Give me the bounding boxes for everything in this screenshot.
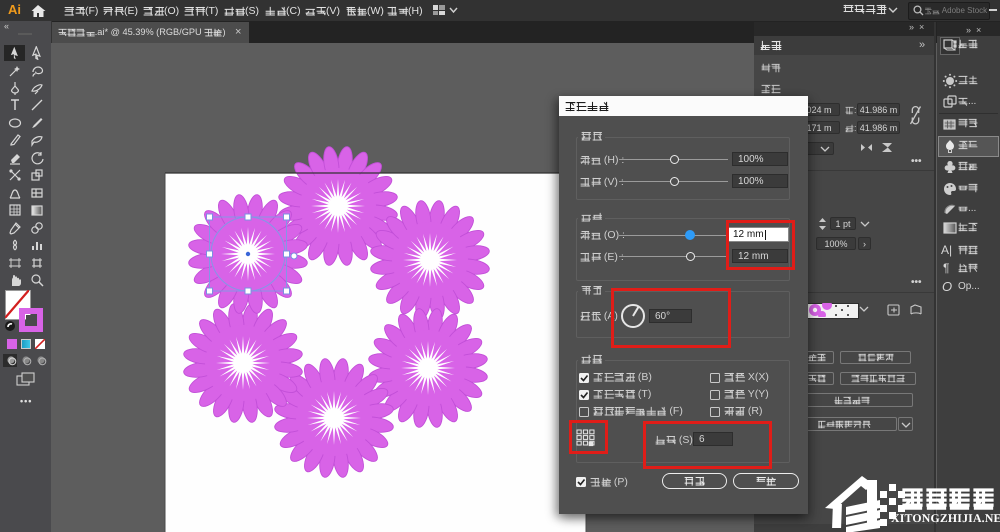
svg-text:XITONGZHIJIA.NET: XITONGZHIJIA.NET bbox=[891, 511, 1000, 525]
